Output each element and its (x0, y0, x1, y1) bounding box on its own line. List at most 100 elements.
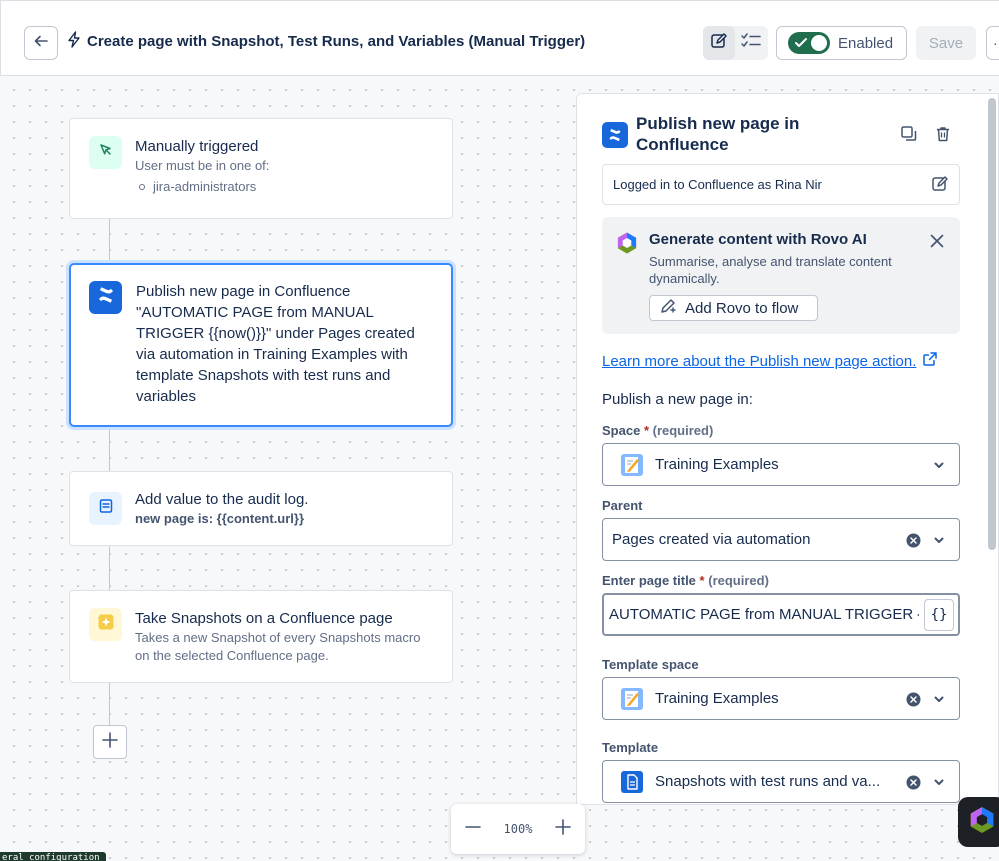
space-label-text: Space (602, 423, 641, 438)
trigger-subtitle: User must be in one of: (135, 158, 270, 173)
clear-icon[interactable] (906, 775, 921, 794)
back-button[interactable] (24, 26, 58, 60)
parent-select[interactable]: Pages created via automation (602, 518, 960, 561)
header-bar: Create page with Snapshot, Test Runs, an… (0, 0, 999, 76)
panel-scrollbar[interactable] (988, 98, 996, 550)
rovo-logo-icon (969, 806, 995, 839)
add-component-button[interactable] (93, 725, 127, 759)
clear-icon[interactable] (906, 533, 921, 552)
snapshots-description: Takes a new Snapshot of every Snapshots … (135, 630, 421, 663)
more-options-button[interactable]: ·· (986, 26, 999, 60)
parent-label: Parent (602, 498, 643, 513)
action-config-panel: Publish new page in Confluence Logged in… (576, 93, 999, 805)
snapshots-body: Take Snapshots on a Confluence page Take… (135, 608, 436, 665)
publish-body: Publish new page in Confluence "AUTOMATI… (136, 281, 435, 407)
page-title-label: Enter page title * (required) (602, 573, 769, 588)
publish-section-label: Publish a new page in: (602, 391, 753, 408)
plus-icon (102, 731, 118, 753)
save-button[interactable]: Save (916, 26, 976, 60)
confluence-icon (96, 285, 116, 310)
publish-description: "AUTOMATIC PAGE from MANUAL TRIGGER {{no… (136, 304, 415, 405)
flow-canvas[interactable]: Manually triggered User must be in one o… (0, 76, 999, 861)
arrow-left-icon (33, 33, 49, 54)
group-list-item: jira-administrators (139, 178, 436, 196)
audit-icon-wrap (89, 492, 122, 525)
bullet-icon (139, 184, 145, 190)
trigger-title: Manually triggered (135, 138, 259, 155)
template-space-label: Template space (602, 657, 699, 672)
edit-connection-icon[interactable] (931, 175, 949, 196)
template-space-select[interactable]: Training Examples (602, 677, 960, 720)
connection-status: Logged in to Confluence as Rina Nir (602, 164, 960, 205)
rovo-description: Summarise, analyse and translate content… (649, 254, 892, 286)
add-rovo-button[interactable]: Add Rovo to flow (649, 295, 818, 321)
connector-line (109, 427, 110, 471)
page-title: Create page with Snapshot, Test Runs, an… (67, 31, 585, 52)
snapshots-node[interactable]: Take Snapshots on a Confluence page Take… (69, 590, 453, 683)
learn-more-text: Learn more about the Publish new page ac… (602, 352, 917, 370)
audit-body: Add value to the audit log. new page is:… (135, 489, 436, 528)
page-title-input[interactable]: AUTOMATIC PAGE from MANUAL TRIGGER {{now… (602, 593, 960, 636)
zoom-level: 100% (503, 822, 533, 836)
snapshots-icon-wrap (89, 608, 122, 641)
add-rovo-label: Add Rovo to flow (685, 299, 799, 317)
required-marker: * (699, 573, 705, 588)
space-avatar-icon (620, 687, 644, 711)
template-select[interactable]: Snapshots with test runs and va... (602, 760, 960, 803)
audit-log-node[interactable]: Add value to the audit log. new page is:… (69, 471, 453, 546)
audit-title: Add value to the audit log. (135, 491, 309, 508)
learn-more-link[interactable]: Learn more about the Publish new page ac… (602, 351, 938, 371)
template-space-value: Training Examples (655, 690, 779, 707)
snapshots-title: Take Snapshots on a Confluence page (135, 610, 393, 627)
trigger-body: Manually triggered User must be in one o… (135, 136, 436, 196)
group-name: jira-administrators (153, 179, 257, 194)
template-label: Template (602, 740, 659, 755)
enabled-toggle-button[interactable]: Enabled (776, 26, 907, 60)
document-icon (98, 498, 114, 519)
insert-variable-button[interactable]: {} (924, 599, 954, 631)
logged-in-text: Logged in to Confluence as Rina Nir (613, 177, 822, 192)
enabled-label: Enabled (838, 34, 894, 52)
publish-page-node[interactable]: Publish new page in Confluence "AUTOMATI… (69, 263, 453, 427)
duplicate-icon[interactable] (900, 125, 918, 148)
space-avatar-icon (620, 453, 644, 477)
chevron-down-icon (932, 458, 946, 476)
required-marker: * (643, 423, 649, 438)
parent-value: Pages created via automation (612, 531, 811, 548)
space-select[interactable]: Training Examples (602, 443, 960, 486)
connector-line (109, 219, 110, 263)
panel-title: Publish new page in Confluence (636, 114, 800, 154)
rovo-title: Generate content with Rovo AI (649, 231, 867, 248)
audit-value: new page is: {{content.url}} (135, 511, 305, 526)
required-text: (required) (652, 423, 714, 438)
page-title-value: AUTOMATIC PAGE from MANUAL TRIGGER {{now… (609, 606, 919, 623)
zoom-out-icon[interactable] (465, 819, 481, 840)
trash-icon[interactable] (934, 125, 952, 148)
rovo-promo-card: Generate content with Rovo AI Summarise,… (602, 217, 960, 334)
check-icon (794, 36, 808, 55)
chevron-down-icon (932, 533, 946, 551)
page-title-label-text: Enter page title (602, 573, 696, 588)
confluence-logo-icon (602, 122, 628, 148)
list-view-button[interactable] (735, 26, 767, 60)
required-text: (required) (708, 573, 769, 588)
zoom-controls: 100% (451, 804, 585, 854)
space-label: Space * (required) (602, 423, 713, 438)
space-value: Training Examples (655, 456, 779, 473)
edit-icon (710, 32, 728, 55)
snapshot-icon (97, 613, 115, 636)
view-toggle-group (703, 26, 768, 60)
trigger-icon-wrap (89, 136, 122, 169)
connector-line (109, 546, 110, 590)
enabled-toggle[interactable] (788, 32, 830, 54)
zoom-in-icon[interactable] (555, 818, 571, 840)
rovo-chat-button[interactable] (958, 797, 999, 847)
cursor-click-icon (98, 142, 114, 163)
trigger-node[interactable]: Manually triggered User must be in one o… (69, 118, 453, 219)
edit-view-button[interactable] (703, 26, 735, 60)
checklist-icon (741, 32, 761, 54)
close-icon[interactable] (930, 234, 944, 253)
lightning-icon (67, 31, 81, 52)
clear-icon[interactable] (906, 692, 921, 711)
status-tooltip: eral_configuration (0, 852, 106, 861)
